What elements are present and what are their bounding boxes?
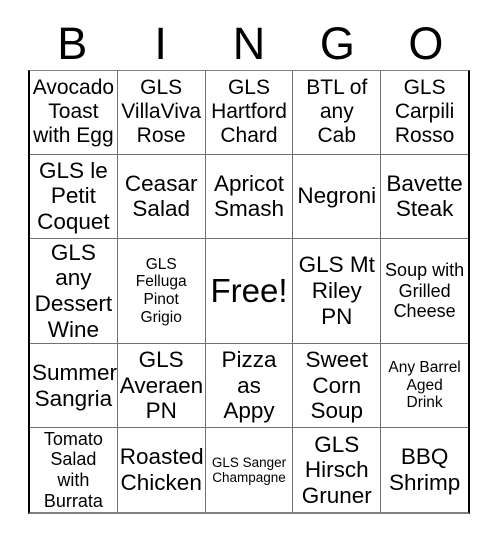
header-letter-i: I [154,17,167,69]
bingo-cell-label: GLS Sanger Champagne [211,454,287,485]
bingo-cell-label: BBQ Shrimp [388,444,461,495]
bingo-cell[interactable]: GLS any Dessert Wine [30,238,118,344]
bingo-cell[interactable]: Ceasar Salad [118,154,206,238]
bingo-cell-label: Pizza as Appy [221,347,277,424]
bingo-cell[interactable]: GLS Carpili Rosso [381,71,468,154]
bingo-cell[interactable]: Sweet Corn Soup [293,344,382,427]
bingo-cell-label: Roasted Chicken [119,444,204,495]
bingo-cell[interactable]: Negroni [293,154,382,238]
bingo-cell[interactable]: Tomato Salad with Burrata [30,427,118,513]
bingo-cell[interactable]: Avocado Toast with Egg [30,71,118,154]
bingo-cell-label: Avocado Toast with Egg [32,76,115,148]
bingo-cell[interactable]: Summer Sangria [30,344,118,427]
bingo-cell-label: GLS Hartford Chard [211,76,287,148]
bingo-cell-label: Negroni [297,183,377,209]
bingo-card: B I N G O Avocado Toast with Egg GLS Vil… [0,0,500,544]
bingo-row: GLS le Petit Coquet Ceasar Salad Apricot… [30,154,468,239]
header-letter-g: G [319,17,355,69]
bingo-cell[interactable]: GLS Felluga Pinot Grigio [118,238,206,344]
bingo-cell-label: BTL of any Cab [306,76,368,148]
bingo-cell-label: Sweet Corn Soup [305,347,369,424]
bingo-row: GLS any Dessert Wine GLS Felluga Pinot G… [30,238,468,345]
bingo-cell[interactable]: Bavette Steak [381,155,468,238]
bingo-cell[interactable]: Apricot Smash [206,154,294,238]
bingo-cell[interactable]: Soup with Grilled Cheese [381,239,468,344]
bingo-cell-label: GLS le Petit Coquet [37,157,110,235]
bingo-cell-label: GLS Felluga Pinot Grigio [135,255,187,326]
bingo-cell[interactable]: Pizza as Appy [206,344,294,427]
bingo-cell-label: Summer Sangria [32,359,118,411]
bingo-cell[interactable]: GLS le Petit Coquet [30,154,118,238]
bingo-cell-label: GLS Carpili Rosso [394,76,455,148]
bingo-header-letters: B I N G O [28,16,470,70]
bingo-cell[interactable]: GLS Sanger Champagne [206,427,294,513]
header-letter-b: B [57,17,88,69]
bingo-row: Summer Sangria GLS Averaen PN Pizza as A… [30,344,468,428]
bingo-cell-label: Any Barrel Aged Drink [388,359,461,412]
bingo-cell[interactable]: BBQ Shrimp [381,428,468,512]
bingo-cell-label: GLS Hirsch Gruner [301,431,372,508]
bingo-cell-label: GLS any Dessert Wine [34,239,113,342]
bingo-cell-label: Tomato Salad with Burrata [43,428,103,511]
bingo-cell-label: Bavette Steak [386,170,463,222]
bingo-cell[interactable]: BTL of any Cab [293,71,382,154]
free-space-label: Free! [210,272,288,310]
bingo-cell-label: Ceasar Salad [124,170,198,222]
bingo-row: Avocado Toast with Egg GLS VillaViva Ros… [30,71,468,155]
bingo-cell[interactable]: GLS VillaViva Rose [118,71,206,154]
bingo-cell[interactable]: Roasted Chicken [118,427,206,513]
bingo-cell[interactable]: Any Barrel Aged Drink [381,344,468,427]
bingo-cell-label: GLS Mt Riley PN [298,252,375,329]
bingo-cell-label: GLS Averaen PN [119,347,204,424]
bingo-cell[interactable]: GLS Hirsch Gruner [293,427,382,513]
bingo-cell[interactable]: GLS Averaen PN [118,344,206,427]
bingo-cell-label: Soup with Grilled Cheese [385,260,465,322]
bingo-cell-free-space[interactable]: Free! [206,238,294,344]
bingo-cell-label: GLS VillaViva Rose [121,76,202,148]
header-letter-o: O [408,17,444,69]
header-letter-n: N [232,17,266,69]
bingo-cell-label: Apricot Smash [213,170,284,222]
bingo-cell[interactable]: GLS Hartford Chard [206,71,294,154]
bingo-grid: Avocado Toast with Egg GLS VillaViva Ros… [28,70,470,514]
bingo-cell[interactable]: GLS Mt Riley PN [293,238,382,344]
bingo-row: Tomato Salad with Burrata Roasted Chicke… [30,427,468,513]
